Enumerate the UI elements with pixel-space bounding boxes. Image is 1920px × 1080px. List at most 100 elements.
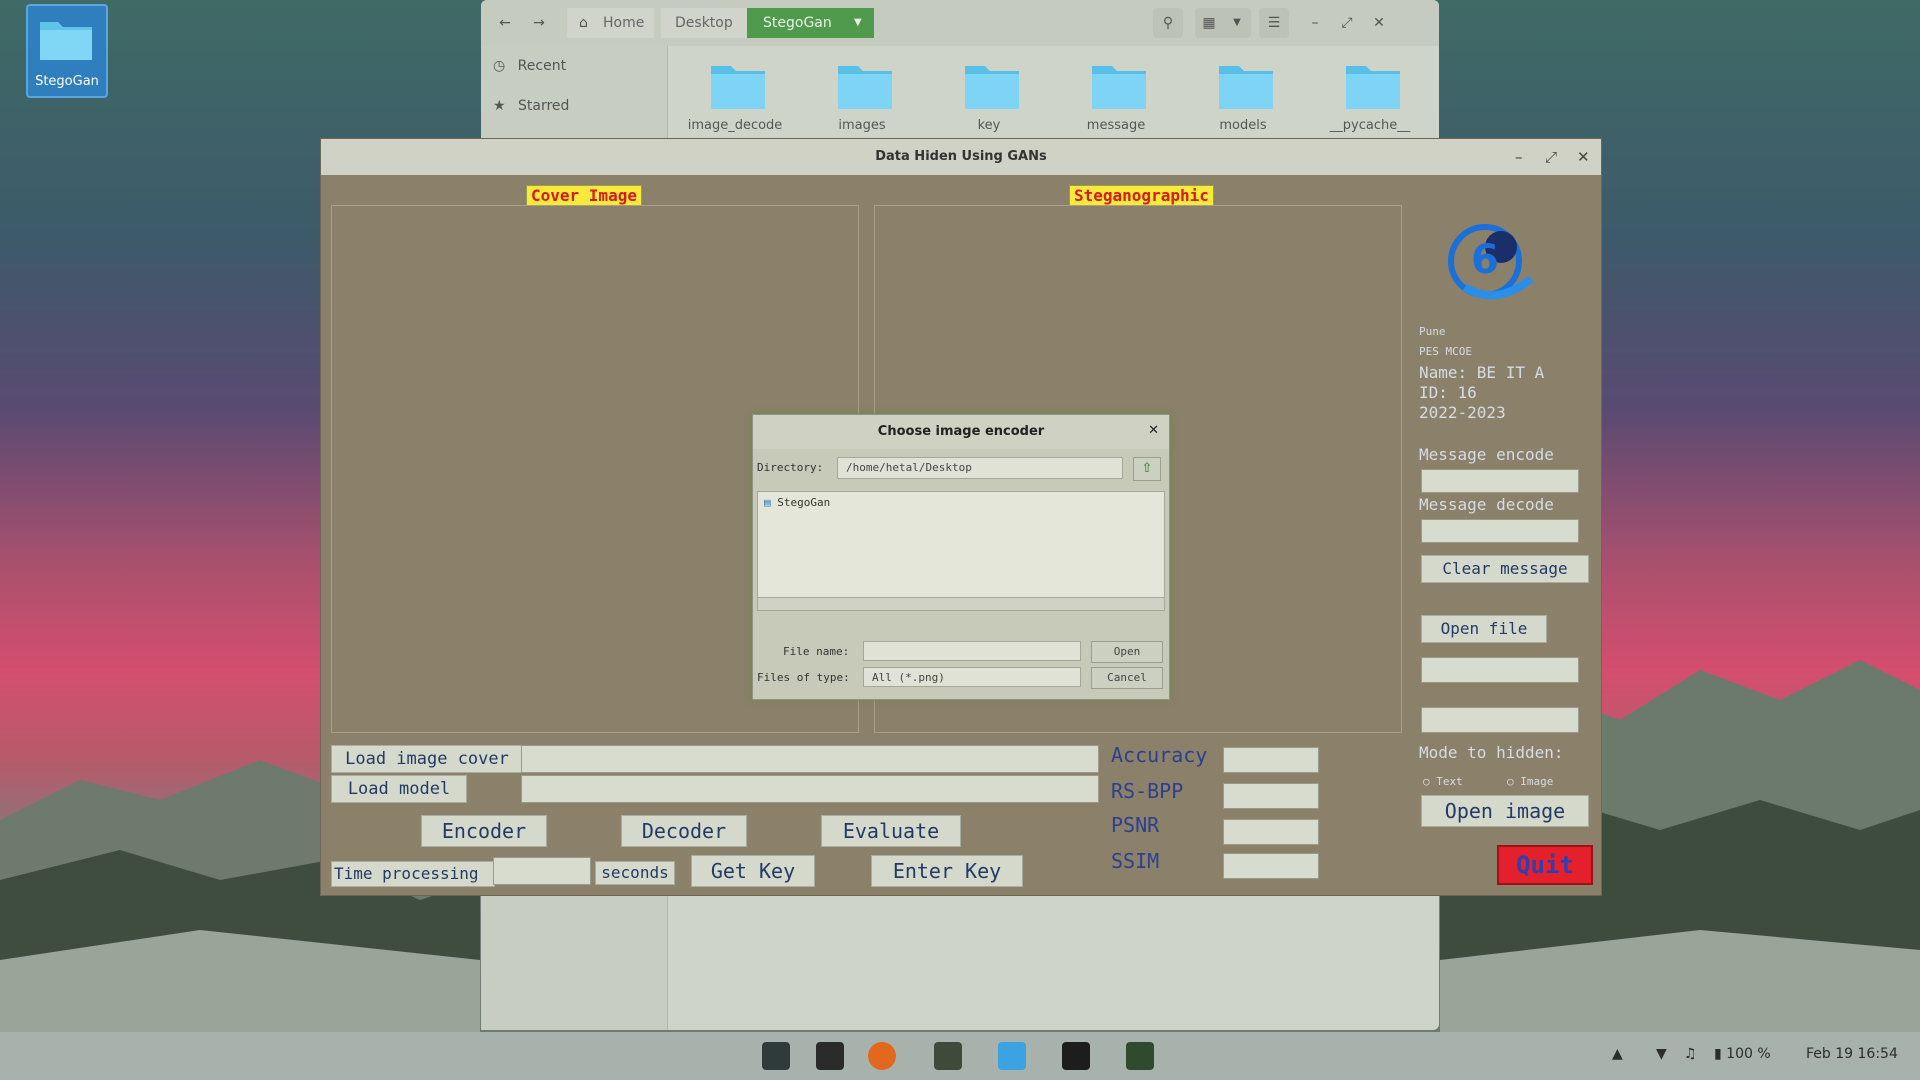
message-encode-field[interactable] (1421, 469, 1579, 493)
minimize-icon[interactable]: – (1303, 8, 1327, 38)
volume-icon[interactable]: ♫ (1684, 1046, 1697, 1062)
files-icon[interactable] (934, 1042, 962, 1070)
mode-image-radio[interactable]: ○ Image (1507, 775, 1553, 788)
file-path-field-2[interactable] (1421, 707, 1579, 733)
get-key-button[interactable]: Get Key (691, 855, 815, 887)
load-image-cover-button[interactable]: Load image cover (331, 745, 523, 773)
folder-label: key (977, 118, 1001, 133)
breadcrumb-desktop[interactable]: Desktop (661, 8, 747, 38)
metric-rsbpp-label: RS-BPP (1111, 779, 1184, 803)
model-path-field[interactable] (521, 775, 1099, 803)
workspace-icon[interactable] (816, 1042, 844, 1070)
mode-label: Mode to hidden: (1419, 743, 1564, 762)
network-icon[interactable]: ▲ (1612, 1046, 1623, 1062)
close-icon[interactable]: ✕ (1367, 8, 1391, 38)
folder-label: __pycache__ (1329, 118, 1411, 133)
files-of-type-select[interactable]: All (*.png) (863, 667, 1081, 687)
folder-item[interactable]: models (1183, 56, 1303, 140)
close-icon[interactable]: ✕ (1577, 139, 1590, 175)
seconds-label: seconds (595, 861, 675, 885)
decoder-button[interactable]: Decoder (621, 815, 747, 847)
firefox-icon[interactable] (868, 1042, 896, 1070)
clock-icon: ◷ (493, 58, 506, 74)
software-store-icon[interactable] (998, 1042, 1026, 1070)
directory-select[interactable]: /home/hetal/Desktop (837, 457, 1123, 479)
time-processing-field[interactable] (493, 857, 591, 885)
folder-item[interactable]: image_decode (675, 56, 795, 140)
horizontal-scrollbar[interactable] (758, 597, 1164, 610)
zorin-menu-icon[interactable] (762, 1042, 790, 1070)
folder-icon (838, 66, 892, 109)
breadcrumb-stegogan[interactable]: StegoGan ▼ (747, 8, 874, 38)
quit-button[interactable]: Quit (1497, 845, 1593, 885)
encoder-button[interactable]: Encoder (421, 815, 547, 847)
list-item[interactable]: ▤ StegoGan (764, 496, 830, 509)
search-icon[interactable]: ⚲ (1153, 8, 1183, 38)
file-list[interactable]: ▤ StegoGan (757, 491, 1165, 611)
mode-text-radio[interactable]: ○ Text (1423, 775, 1463, 788)
evaluate-button[interactable]: Evaluate (821, 815, 961, 847)
folder-label: images (838, 118, 886, 133)
app-window-icon[interactable] (1126, 1042, 1154, 1070)
metric-psnr-label: PSNR (1111, 813, 1160, 837)
metric-rsbpp-field[interactable] (1223, 783, 1319, 809)
directory-up-icon[interactable]: ⇧ (1133, 457, 1161, 481)
wifi-icon[interactable]: ▼ (1656, 1046, 1667, 1062)
mode-text-label: Text (1436, 775, 1463, 788)
clear-message-button[interactable]: Clear message (1421, 555, 1589, 583)
minimize-icon[interactable]: – (1515, 139, 1523, 175)
enter-key-button[interactable]: Enter Key (871, 855, 1023, 887)
clock[interactable]: Feb 19 16:54 (1806, 1046, 1898, 1062)
sidebar-item-label: Starred (518, 98, 570, 114)
info-college: PES MCOE (1419, 345, 1472, 358)
folder-label: message (1086, 118, 1146, 133)
maximize-icon[interactable]: ⤢ (1335, 8, 1359, 38)
message-decode-label: Message decode (1419, 495, 1554, 514)
message-decode-field[interactable] (1421, 519, 1579, 543)
folder-item[interactable]: images (802, 56, 922, 140)
college-logo: 6 (1448, 224, 1534, 300)
sidebar-item-starred[interactable]: ★ Starred (493, 98, 569, 114)
metric-accuracy-field[interactable] (1223, 747, 1319, 773)
folder-item[interactable]: key (929, 56, 1049, 140)
sidebar-item-recent[interactable]: ◷ Recent (493, 58, 566, 74)
open-file-button[interactable]: Open file (1421, 615, 1547, 643)
open-image-button[interactable]: Open image (1421, 795, 1589, 827)
metric-psnr-field[interactable] (1223, 819, 1319, 845)
metric-accuracy-label: Accuracy (1111, 743, 1208, 767)
folder-item[interactable]: __pycache__ (1310, 56, 1430, 140)
cover-image-label: Cover Image (526, 185, 642, 207)
breadcrumb-home[interactable]: ⌂ Home (567, 8, 655, 38)
file-manager-header: ← → ⌂ Home Desktop StegoGan ▼ ⚲ ▦ ▼ ☰ – … (481, 0, 1439, 46)
info-name: Name: BE IT A (1419, 363, 1545, 382)
view-options-chevron-icon[interactable]: ▼ (1223, 8, 1251, 38)
menu-icon[interactable]: ☰ (1259, 8, 1289, 38)
load-model-button[interactable]: Load model (331, 775, 467, 803)
desktop-icon-label: StegoGan (35, 74, 99, 89)
folder-icon (40, 22, 92, 60)
forward-icon[interactable]: → (527, 8, 551, 38)
back-icon[interactable]: ← (493, 8, 517, 38)
battery-indicator[interactable]: ▮ 100 % (1714, 1046, 1771, 1062)
file-name-field[interactable] (863, 641, 1081, 661)
file-path-field-1[interactable] (1421, 657, 1579, 683)
close-icon[interactable]: ✕ (1148, 423, 1159, 438)
desktop-icon-stegogan[interactable]: StegoGan (26, 4, 108, 98)
folder-icon (965, 66, 1019, 109)
cancel-button[interactable]: Cancel (1091, 667, 1163, 689)
breadcrumb-desktop-label: Desktop (675, 15, 733, 31)
metric-ssim-field[interactable] (1223, 853, 1319, 879)
sidebar-item-label: Recent (517, 58, 567, 74)
stego-image-label: Steganographic (1069, 185, 1214, 207)
open-button[interactable]: Open (1091, 641, 1163, 663)
terminal-icon[interactable] (1062, 1042, 1090, 1070)
file-name-label: File name: (783, 645, 850, 658)
cover-path-field[interactable] (521, 745, 1099, 773)
view-grid-icon[interactable]: ▦ (1195, 8, 1223, 38)
folder-item[interactable]: message (1056, 56, 1176, 140)
maximize-icon[interactable]: ⤢ (1545, 139, 1557, 175)
folder-icon (1219, 66, 1273, 109)
home-icon: ⌂ (579, 15, 588, 31)
folder-icon (711, 66, 765, 109)
directory-label: Directory: (757, 461, 824, 474)
